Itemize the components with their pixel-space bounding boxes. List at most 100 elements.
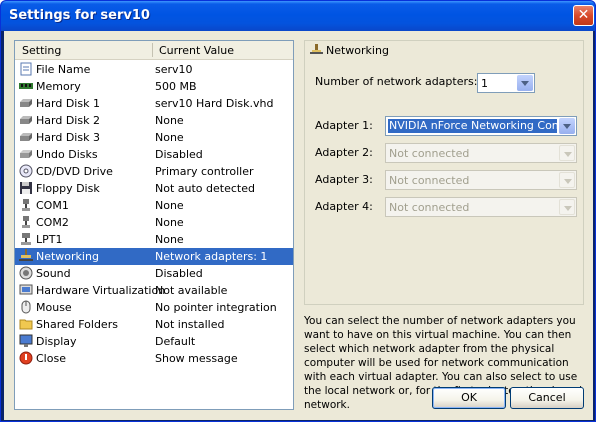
setting-value: Default (155, 335, 196, 348)
setting-value: Network adapters: 1 (155, 250, 268, 263)
sound-icon (19, 266, 33, 280)
setting-value: Primary controller (155, 165, 254, 178)
list-header: Setting Current Value (15, 41, 293, 60)
chevron-down-icon[interactable] (559, 172, 575, 188)
group-title: Networking (310, 44, 389, 57)
lpt-port-icon (21, 233, 31, 245)
setting-value: No pointer integration (155, 301, 277, 314)
adapter-3-select[interactable]: Not connected (385, 170, 577, 190)
list-item-sound[interactable]: Sound Disabled (15, 265, 293, 282)
setting-value: serv10 (155, 63, 193, 76)
list-item-display[interactable]: Display Default (15, 333, 293, 350)
setting-value: None (155, 199, 184, 212)
adapter-4-select[interactable]: Not connected (385, 197, 577, 217)
setting-value: Disabled (155, 267, 203, 280)
list-item-cd-dvd-drive[interactable]: CD/DVD Drive Primary controller (15, 163, 293, 180)
hard-disk-icon (20, 116, 32, 124)
list-item-hard-disk-2[interactable]: Hard Disk 2 None (15, 112, 293, 129)
setting-value: Disabled (155, 148, 203, 161)
networking-group: Networking Number of network adapters: 1… (304, 40, 584, 305)
num-adapters-label: Number of network adapters: (315, 75, 478, 88)
setting-value: None (155, 131, 184, 144)
setting-label: Shared Folders (36, 318, 118, 331)
folder-icon (19, 319, 33, 330)
setting-value: None (155, 233, 184, 246)
setting-label: Sound (36, 267, 71, 280)
list-item-hardware-virtualization[interactable]: Hardware Virtualization Not available (15, 282, 293, 299)
list-item-floppy-disk[interactable]: Floppy Disk Not auto detected (15, 180, 293, 197)
chevron-down-icon[interactable] (517, 75, 533, 91)
list-item-shared-folders[interactable]: Shared Folders Not installed (15, 316, 293, 333)
floppy-icon (20, 182, 32, 194)
chevron-down-icon[interactable] (559, 118, 575, 134)
setting-value: Show message (155, 352, 238, 365)
chevron-down-icon[interactable] (559, 199, 575, 215)
adapter-1-label: Adapter 1: (315, 119, 373, 132)
title-bar[interactable]: Settings for serv10 ✕ (1, 1, 595, 31)
window-title: Settings for serv10 (9, 8, 150, 23)
ok-button[interactable]: OK (432, 387, 506, 409)
close-icon (19, 351, 33, 365)
column-divider[interactable] (152, 43, 153, 57)
adapter-2-select[interactable]: Not connected (385, 143, 577, 163)
setting-label: Hard Disk 2 (36, 114, 100, 127)
adapter-1-select[interactable]: NVIDIA nForce Networking Controller (385, 116, 577, 136)
hard-disk-icon (20, 133, 32, 141)
setting-label: Networking (36, 250, 99, 263)
memory-icon (19, 83, 33, 89)
num-adapters-select[interactable]: 1 (477, 73, 535, 93)
settings-list[interactable]: Setting Current Value File Name serv10 Mem… (14, 40, 294, 410)
adapter-3-label: Adapter 3: (315, 173, 373, 186)
close-window-button[interactable]: ✕ (573, 5, 594, 26)
chevron-down-icon[interactable] (559, 145, 575, 161)
adapter-value: NVIDIA nForce Networking Controller (388, 119, 557, 133)
setting-label: LPT1 (36, 233, 63, 246)
column-header-setting[interactable]: Setting (22, 44, 61, 57)
list-item-close[interactable]: Close Show message (15, 350, 293, 367)
setting-label: Display (36, 335, 77, 348)
list-item-mouse[interactable]: Mouse No pointer integration (15, 299, 293, 316)
setting-label: CD/DVD Drive (36, 165, 113, 178)
group-title-label: Networking (326, 44, 389, 57)
list-item-hard-disk-1[interactable]: Hard Disk 1 serv10 Hard Disk.vhd (15, 95, 293, 112)
list-item-lpt1[interactable]: LPT1 None (15, 231, 293, 248)
setting-value: None (155, 114, 184, 127)
setting-value: Not available (155, 284, 228, 297)
setting-label: Close (36, 352, 66, 365)
adapter-value: Not connected (389, 147, 470, 160)
display-icon (19, 334, 33, 347)
list-item-file-name[interactable]: File Name serv10 (15, 61, 293, 78)
dialog-body: Setting Current Value File Name serv10 Mem… (4, 31, 593, 420)
list-item-hard-disk-3[interactable]: Hard Disk 3 None (15, 129, 293, 146)
setting-label: COM2 (36, 216, 69, 229)
network-icon (310, 44, 323, 54)
setting-label: File Name (36, 63, 91, 76)
column-header-value[interactable]: Current Value (159, 44, 234, 57)
list-item-networking[interactable]: Networking Network adapters: 1 (15, 248, 293, 265)
settings-window: Settings for serv10 ✕ Setting Current Va… (0, 0, 596, 422)
undo-disk-icon (20, 150, 32, 158)
setting-label: Hardware Virtualization (36, 284, 166, 297)
setting-label: COM1 (36, 199, 69, 212)
com-port-icon (22, 216, 30, 228)
adapter-value: Not connected (389, 201, 470, 214)
com-port-icon (22, 199, 30, 211)
list-item-com2[interactable]: COM2 None (15, 214, 293, 231)
adapter-4-label: Adapter 4: (315, 200, 373, 213)
setting-label: Mouse (36, 301, 72, 314)
settings-rows: File Name serv10 Memory 500 MB Hard Disk 1 se… (15, 61, 293, 367)
setting-label: Memory (36, 80, 81, 93)
setting-value: serv10 Hard Disk.vhd (155, 97, 274, 110)
setting-label: Hard Disk 3 (36, 131, 100, 144)
setting-value: Not installed (155, 318, 225, 331)
list-item-com1[interactable]: COM1 None (15, 197, 293, 214)
mouse-icon (21, 300, 31, 314)
list-item-undo-disks[interactable]: Undo Disks Disabled (15, 146, 293, 163)
setting-label: Hard Disk 1 (36, 97, 100, 110)
cancel-button[interactable]: Cancel (510, 387, 584, 409)
setting-value: 500 MB (155, 80, 197, 93)
num-adapters-value: 1 (481, 77, 488, 90)
list-item-memory[interactable]: Memory 500 MB (15, 78, 293, 95)
network-icon (19, 249, 33, 261)
adapter-value: Not connected (389, 174, 470, 187)
